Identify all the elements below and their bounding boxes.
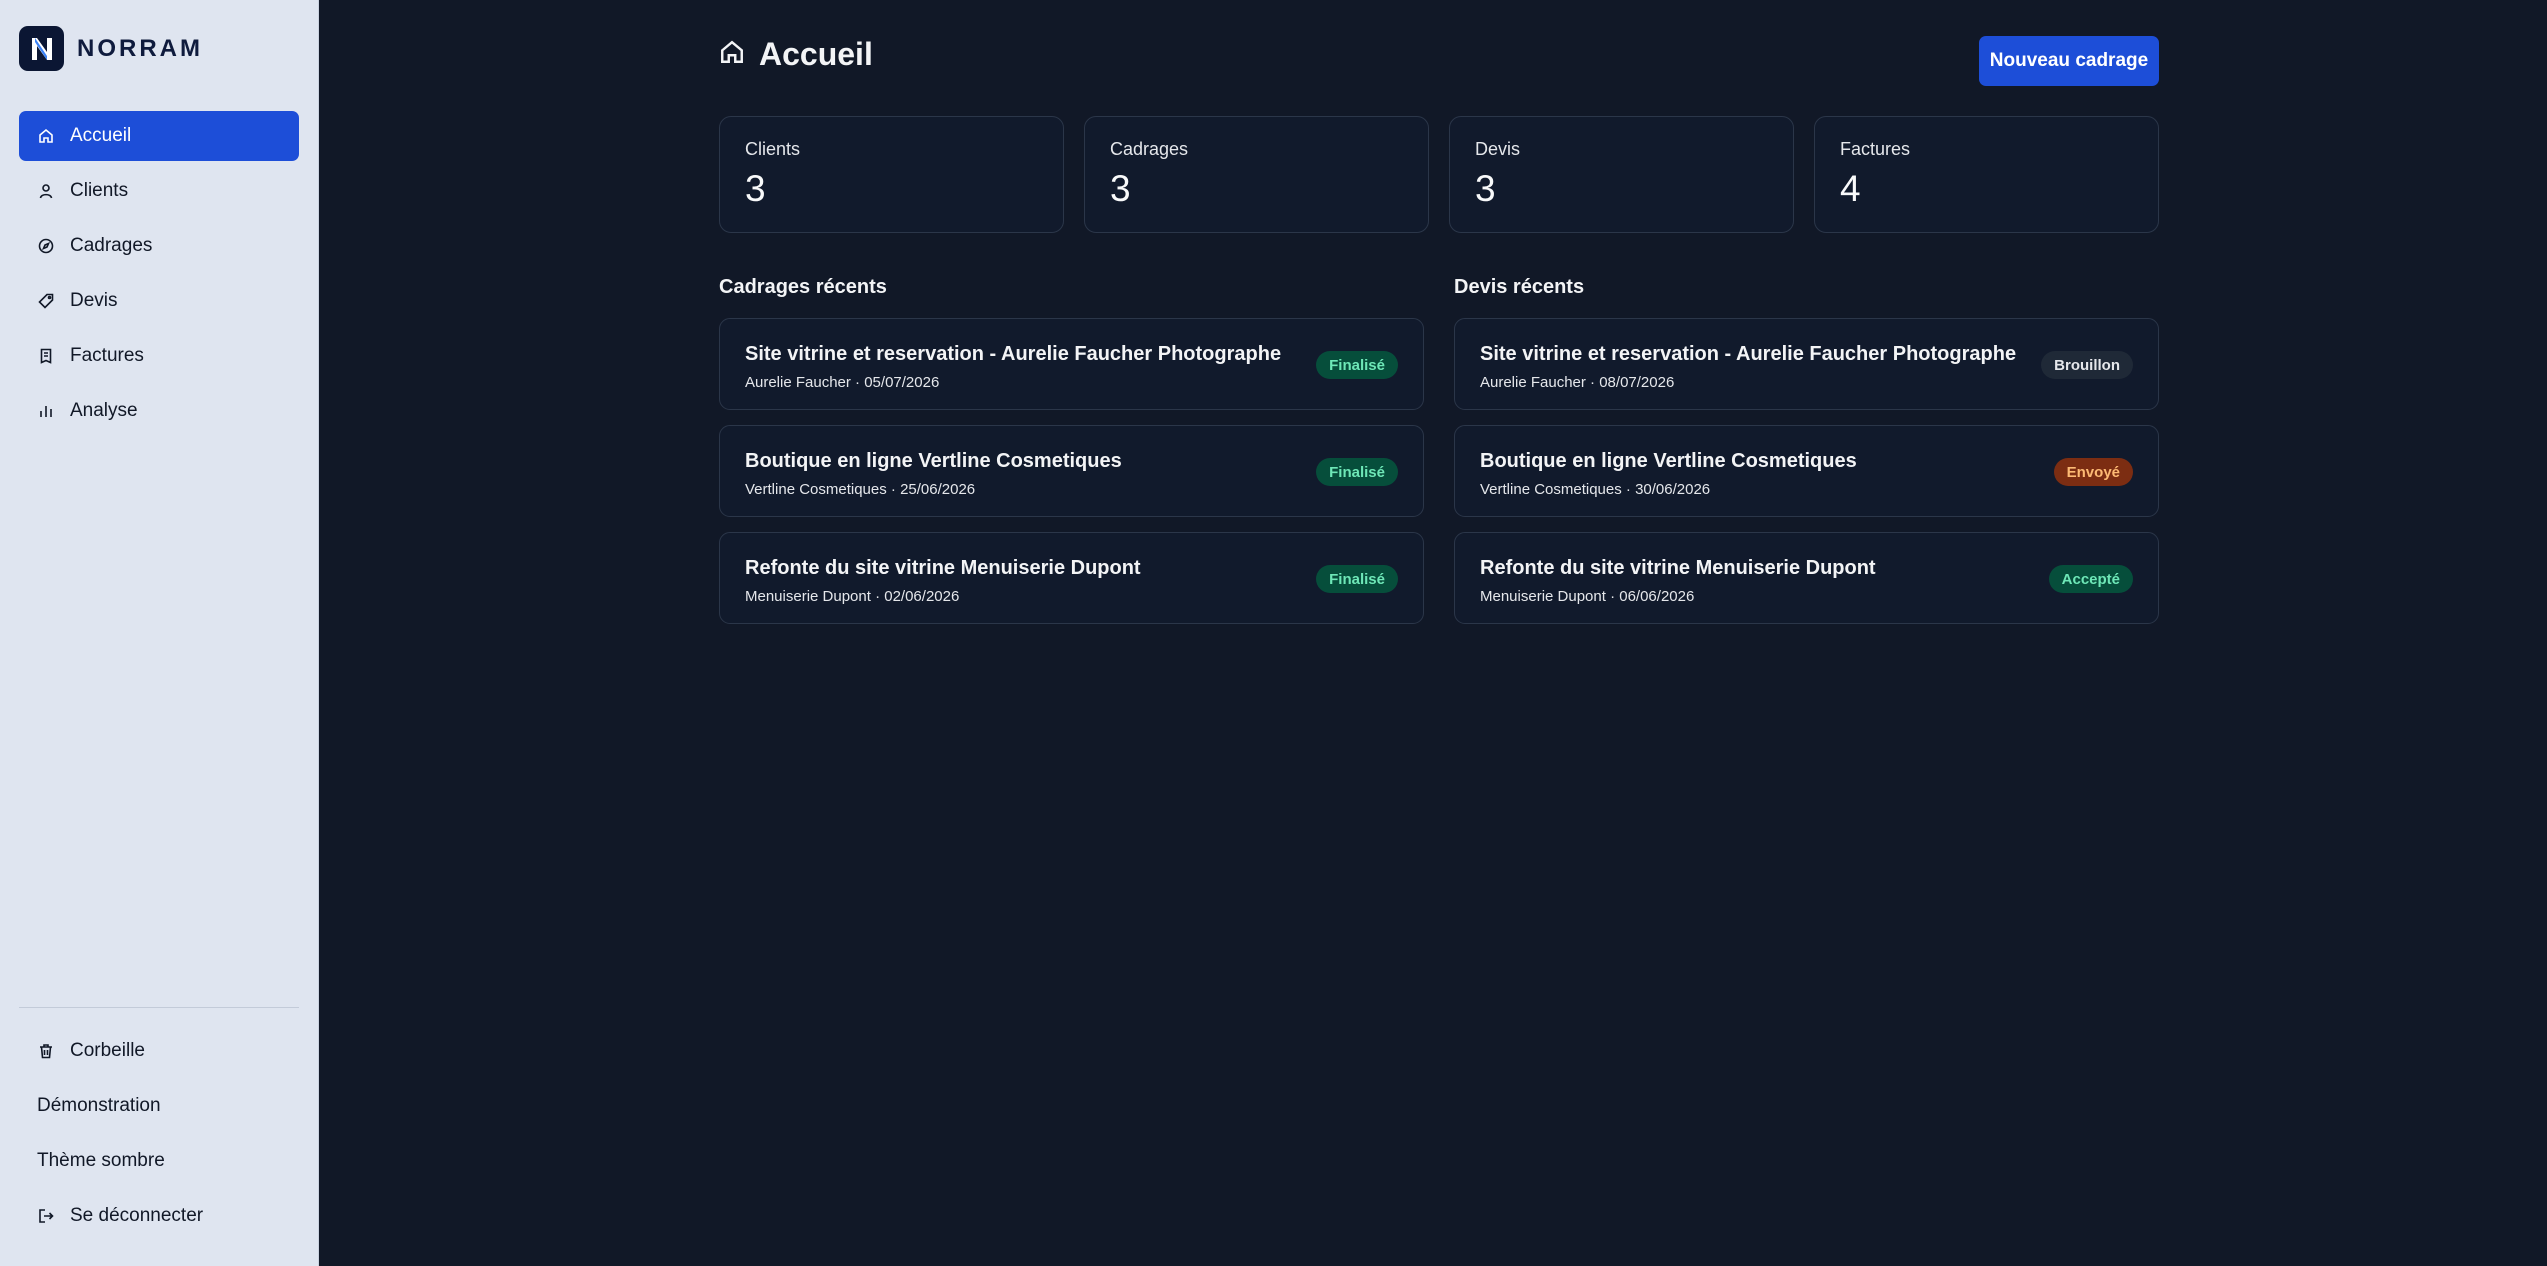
card-subtitle: Aurelie Faucher · 05/07/2026	[745, 374, 940, 391]
sidebar-nav: Accueil Clients Cadrages Devis Factures	[19, 111, 299, 441]
sidebar-item-label: Factures	[70, 345, 144, 366]
sidebar-item-corbeille[interactable]: Corbeille	[19, 1026, 299, 1076]
devis-card[interactable]: Refonte du site vitrine Menuiserie Dupon…	[1454, 532, 2159, 624]
sidebar-item-label: Corbeille	[70, 1040, 145, 1061]
stat-card-factures[interactable]: Factures 4	[1814, 116, 2159, 233]
stat-card-devis[interactable]: Devis 3	[1449, 116, 1794, 233]
card-subtitle: Vertline Cosmetiques · 30/06/2026	[1480, 481, 1711, 498]
demo-label: Démonstration	[37, 1095, 161, 1116]
card-title: Site vitrine et reservation - Aurelie Fa…	[1480, 343, 2017, 365]
logout-icon	[37, 1207, 55, 1225]
cadrage-card[interactable]: Refonte du site vitrine Menuiserie Dupon…	[719, 532, 1424, 624]
stats-row: Clients 3 Cadrages 3 Devis 3 Factures 4	[719, 116, 2159, 233]
sidebar-bottom-nav: Corbeille Démonstration Thème sombre Se …	[19, 1026, 299, 1246]
recent-devis-list: Site vitrine et reservation - Aurelie Fa…	[1454, 318, 2159, 639]
stat-card-clients[interactable]: Clients 3	[719, 116, 1064, 233]
card-subtitle: Menuiserie Dupont · 02/06/2026	[745, 588, 960, 605]
stat-value: 4	[1840, 168, 1861, 209]
recent-devis-title: Devis récents	[1454, 276, 1585, 298]
compass-icon	[37, 237, 55, 255]
stat-label: Cadrages	[1110, 139, 1189, 159]
recent-cadrages-title: Cadrages récents	[719, 276, 887, 298]
sidebar-divider	[19, 1007, 299, 1008]
card-title: Site vitrine et reservation - Aurelie Fa…	[745, 343, 1282, 365]
status-badge: Finalisé	[1316, 565, 1398, 593]
sidebar-item-label: Devis	[70, 290, 118, 311]
card-title: Refonte du site vitrine Menuiserie Dupon…	[1480, 557, 1876, 579]
stat-label: Factures	[1840, 139, 1911, 159]
home-icon	[37, 127, 55, 145]
sidebar-item-factures[interactable]: Factures	[19, 331, 299, 381]
cadrage-card[interactable]: Site vitrine et reservation - Aurelie Fa…	[719, 318, 1424, 410]
card-subtitle: Aurelie Faucher · 08/07/2026	[1480, 374, 1675, 391]
stat-value: 3	[1110, 168, 1131, 209]
cadrage-card[interactable]: Boutique en ligne Vertline Cosmetiques V…	[719, 425, 1424, 517]
sidebar-item-label: Analyse	[70, 400, 138, 421]
card-subtitle: Vertline Cosmetiques · 25/06/2026	[745, 481, 976, 498]
stat-label: Devis	[1475, 139, 1521, 159]
status-badge: Envoyé	[2053, 458, 2133, 486]
stat-label: Clients	[745, 139, 801, 159]
status-badge: Finalisé	[1316, 351, 1398, 379]
new-cadrage-button[interactable]: Nouveau cadrage	[1979, 36, 2159, 86]
tag-icon	[37, 292, 55, 310]
sidebar: NORRAM Accueil Clients Cadrages Devis Fa…	[0, 0, 319, 1266]
stat-value: 3	[1475, 168, 1496, 209]
theme-toggle[interactable]: Thème sombre	[19, 1136, 299, 1186]
card-title: Refonte du site vitrine Menuiserie Dupon…	[745, 557, 1141, 579]
stat-card-cadrages[interactable]: Cadrages 3	[1084, 116, 1429, 233]
devis-card[interactable]: Boutique en ligne Vertline Cosmetiques V…	[1454, 425, 2159, 517]
sidebar-item-devis[interactable]: Devis	[19, 276, 299, 326]
sidebar-item-accueil[interactable]: Accueil	[19, 111, 299, 161]
sidebar-item-label: Clients	[70, 180, 129, 201]
card-title: Boutique en ligne Vertline Cosmetiques	[1480, 450, 1857, 472]
logout-button[interactable]: Se déconnecter	[19, 1191, 299, 1241]
receipt-icon	[37, 347, 55, 365]
sidebar-item-label: Accueil	[70, 125, 132, 146]
demo-button[interactable]: Démonstration	[19, 1081, 299, 1131]
card-title: Boutique en ligne Vertline Cosmetiques	[745, 450, 1122, 472]
brand-logo-icon	[19, 26, 64, 71]
status-badge: Finalisé	[1316, 458, 1398, 486]
card-subtitle: Menuiserie Dupont · 06/06/2026	[1480, 588, 1695, 605]
theme-label: Thème sombre	[37, 1150, 165, 1171]
sidebar-item-label: Cadrages	[70, 235, 153, 256]
logout-label: Se déconnecter	[70, 1205, 204, 1226]
home-icon	[719, 39, 745, 70]
trash-icon	[37, 1042, 55, 1060]
sidebar-item-cadrages[interactable]: Cadrages	[19, 221, 299, 271]
recent-cadrages-list: Site vitrine et reservation - Aurelie Fa…	[719, 318, 1424, 639]
page-header: Accueil	[719, 36, 873, 73]
sidebar-item-clients[interactable]: Clients	[19, 166, 299, 216]
sidebar-item-analyse[interactable]: Analyse	[19, 386, 299, 436]
status-badge: Brouillon	[2041, 351, 2133, 379]
page-title: Accueil	[759, 36, 873, 72]
stat-value: 3	[745, 168, 766, 209]
user-icon	[37, 182, 55, 200]
brand[interactable]: NORRAM	[19, 26, 203, 71]
brand-name: NORRAM	[77, 34, 203, 62]
bar-chart-icon	[37, 402, 55, 420]
devis-card[interactable]: Site vitrine et reservation - Aurelie Fa…	[1454, 318, 2159, 410]
status-badge: Accepté	[2048, 565, 2133, 593]
